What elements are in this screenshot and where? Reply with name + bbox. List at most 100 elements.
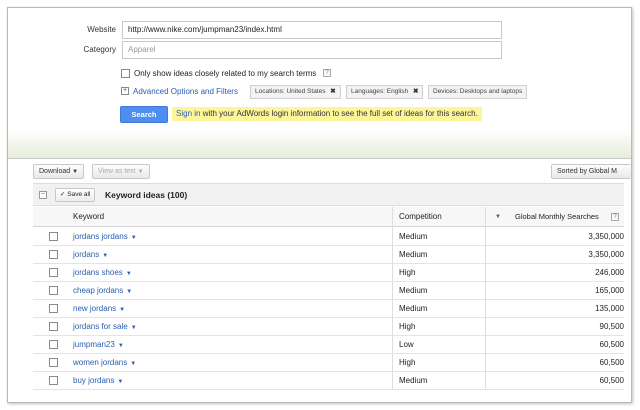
close-icon[interactable]: ✖: [330, 88, 335, 95]
competition-cell: Medium: [399, 286, 428, 295]
searches-cell: 3,350,000: [588, 250, 624, 259]
help-icon[interactable]: ?: [323, 69, 331, 77]
filter-devices-value: Desktops and laptops: [459, 88, 523, 95]
table-row: jordans for sale ▼ High 90,500: [33, 318, 624, 336]
row-checkbox[interactable]: [49, 322, 58, 331]
filter-languages-key: Languages:: [351, 88, 385, 95]
competition-cell: Medium: [399, 250, 428, 259]
keyword-text: jordans shoes: [73, 268, 123, 277]
keyword-text: women jordans: [73, 358, 128, 367]
signin-link[interactable]: Sign in: [176, 109, 200, 118]
keyword-link[interactable]: jordans jordans ▼: [73, 228, 137, 247]
website-label: Website: [87, 25, 116, 34]
table-row: jordans ▼ Medium 3,350,000: [33, 246, 624, 264]
table-row: jordans jordans ▼ Medium 3,350,000: [33, 228, 624, 246]
keyword-link[interactable]: buy jordans ▼: [73, 372, 123, 391]
row-checkbox[interactable]: [49, 304, 58, 313]
caret-down-icon[interactable]: ▼: [117, 379, 123, 385]
view-as-text-button[interactable]: View as text ▼: [92, 164, 150, 179]
table-row: jordans shoes ▼ High 246,000: [33, 264, 624, 282]
competition-cell: Low: [399, 340, 414, 349]
caret-down-icon[interactable]: ▼: [118, 343, 124, 349]
competition-cell: High: [399, 358, 416, 367]
caret-down-icon[interactable]: ▼: [130, 361, 136, 367]
keyword-link[interactable]: jordans shoes ▼: [73, 264, 132, 283]
signin-banner: Sign in with your AdWords login informat…: [172, 107, 482, 121]
row-checkbox[interactable]: [49, 286, 58, 295]
keyword-link[interactable]: jumpman23 ▼: [73, 336, 124, 355]
caret-down-icon[interactable]: ▼: [126, 271, 132, 277]
table-row: buy jordans ▼ Medium 60,500: [33, 372, 624, 390]
row-checkbox[interactable]: [49, 232, 58, 241]
section-divider-band: [8, 130, 631, 158]
only-show-checkbox[interactable]: [121, 69, 130, 78]
searches-cell: 90,500: [599, 322, 624, 331]
caret-down-icon[interactable]: ▼: [119, 307, 125, 313]
category-label: Category: [83, 45, 116, 54]
caret-down-icon[interactable]: ▼: [126, 289, 132, 295]
searches-cell: 60,500: [599, 340, 624, 349]
advanced-options-link[interactable]: Advanced Options and Filters: [133, 87, 238, 96]
row-checkbox[interactable]: [49, 340, 58, 349]
screenshot-frame: Website http://www.nike.com/jumpman23/in…: [7, 7, 632, 403]
competition-cell: Medium: [399, 304, 428, 313]
only-show-label: Only show ideas closely related to my se…: [134, 69, 317, 78]
keyword-group-bar: − ✓ Save all Keyword ideas (100): [33, 183, 624, 206]
collapse-minus-icon[interactable]: −: [39, 191, 47, 199]
table-row: jumpman23 ▼ Low 60,500: [33, 336, 624, 354]
keyword-link[interactable]: women jordans ▼: [73, 354, 136, 373]
sort-desc-icon[interactable]: ▼: [495, 207, 501, 227]
keyword-text: buy jordans: [73, 376, 115, 385]
caret-down-icon[interactable]: ▼: [102, 253, 108, 259]
signin-text: with your AdWords login information to s…: [202, 109, 478, 118]
competition-cell: Medium: [399, 376, 428, 385]
competition-cell: Medium: [399, 232, 428, 241]
download-label: Download: [39, 168, 71, 175]
filter-locations-key: Locations:: [255, 88, 285, 95]
website-input[interactable]: http://www.nike.com/jumpman23/index.html: [122, 21, 502, 39]
caret-down-icon: ▼: [72, 169, 79, 175]
row-checkbox[interactable]: [49, 358, 58, 367]
save-all-button[interactable]: ✓ Save all: [55, 188, 96, 202]
keyword-link[interactable]: jordans ▼: [73, 246, 108, 265]
keyword-link[interactable]: new jordans ▼: [73, 300, 125, 319]
searches-cell: 165,000: [595, 286, 624, 295]
keyword-text: cheap jordans: [73, 286, 124, 295]
search-button[interactable]: Search: [120, 106, 168, 123]
view-as-text-label: View as text: [98, 168, 136, 175]
table-row: women jordans ▼ High 60,500: [33, 354, 624, 372]
filter-locations[interactable]: Locations: United States ✖: [250, 85, 341, 99]
table-row: cheap jordans ▼ Medium 165,000: [33, 282, 624, 300]
caret-down-icon[interactable]: ▼: [131, 325, 137, 331]
keyword-text: jordans: [73, 250, 100, 259]
row-checkbox[interactable]: [49, 376, 58, 385]
searches-cell: 3,350,000: [588, 232, 624, 241]
col-global-monthly[interactable]: Global Monthly Searches: [515, 207, 599, 227]
keyword-link[interactable]: cheap jordans ▼: [73, 282, 132, 301]
keyword-link[interactable]: jordans for sale ▼: [73, 318, 137, 337]
group-title: Keyword ideas (100): [105, 190, 188, 200]
section-divider: [8, 158, 631, 159]
table-header: Keyword Competition ▼ Global Monthly Sea…: [33, 207, 624, 227]
caret-down-icon[interactable]: ▼: [131, 235, 137, 241]
expand-plus-icon[interactable]: +: [121, 87, 129, 95]
help-icon[interactable]: ?: [611, 213, 619, 221]
competition-cell: High: [399, 268, 416, 277]
filter-languages-value: English: [386, 88, 409, 95]
row-checkbox[interactable]: [49, 268, 58, 277]
filter-locations-value: United States: [286, 88, 326, 95]
close-icon[interactable]: ✖: [413, 88, 418, 95]
category-input[interactable]: Apparel: [122, 41, 502, 59]
keyword-text: new jordans: [73, 304, 117, 313]
col-keyword[interactable]: Keyword: [73, 207, 104, 227]
filter-devices[interactable]: Devices: Desktops and laptops: [428, 85, 528, 99]
sorted-by-button[interactable]: Sorted by Global M: [551, 164, 631, 179]
table-row: new jordans ▼ Medium 135,000: [33, 300, 624, 318]
row-checkbox[interactable]: [49, 250, 58, 259]
searches-cell: 60,500: [599, 358, 624, 367]
col-competition[interactable]: Competition: [399, 207, 442, 227]
download-button[interactable]: Download ▼: [33, 164, 85, 179]
searches-cell: 246,000: [595, 268, 624, 277]
filter-languages[interactable]: Languages: English ✖: [346, 85, 424, 99]
filter-devices-key: Devices:: [433, 88, 458, 95]
